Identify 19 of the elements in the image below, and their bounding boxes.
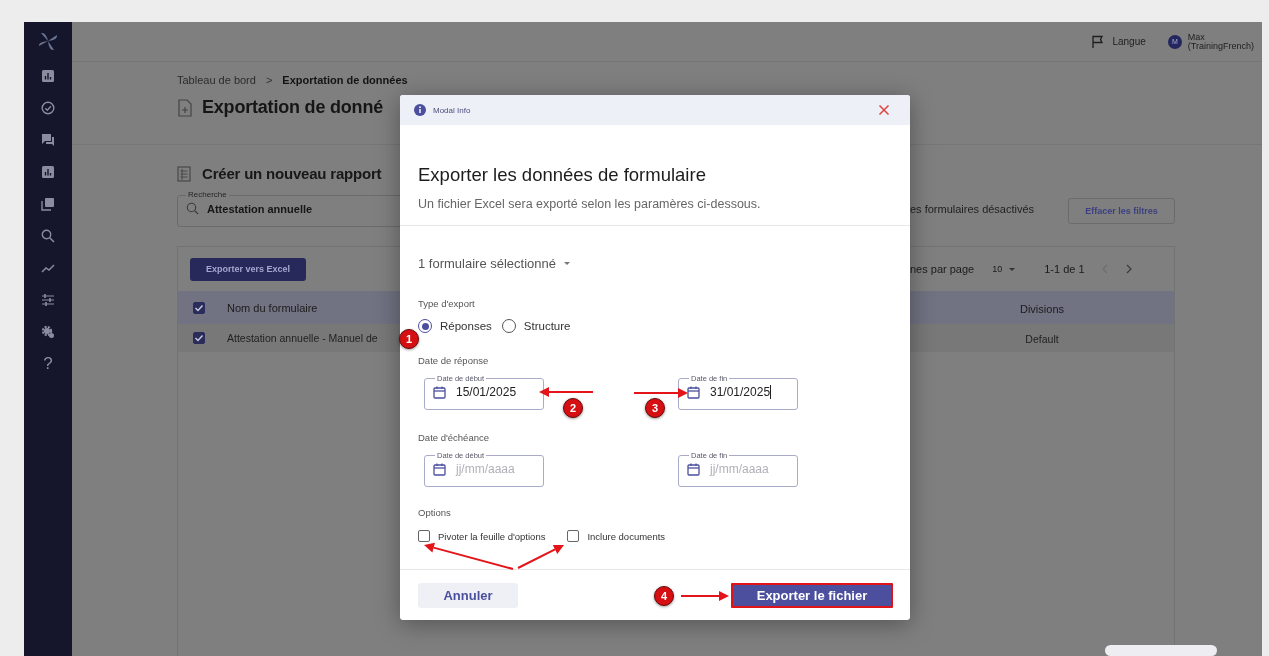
column-header: Nom du formulaire [227, 301, 318, 314]
user-name: Max [1187, 32, 1206, 42]
field-label: Options [418, 507, 452, 518]
field-label: Date d'échéance [418, 432, 490, 443]
modal-title: Exporter les données de formulaire [418, 164, 707, 186]
section-title: Créer un nouveau rapport [202, 165, 382, 182]
table-cell: Attestation annuelle - Manuel de [227, 332, 378, 344]
user-account: (TrainingFrench) [1187, 41, 1254, 51]
breadcrumb-separator: > [265, 74, 273, 86]
page-range: 1-1 de 1 [1044, 263, 1085, 275]
modal-subtitle: Un fichier Excel sera exporté selon les paramères ci-dessous. [418, 197, 762, 211]
table-cell: Default [1025, 333, 1059, 345]
page-title: Exportation de donné [202, 97, 383, 118]
filter-label: es formulaires désactivés [910, 203, 1036, 215]
rows-per-page-label: nes par page [910, 263, 975, 275]
column-header: Divisions [1020, 302, 1064, 315]
modal-header-title: Modal Info [433, 105, 471, 115]
field-label: Type d'export [418, 298, 476, 309]
field-label: Date de réponse [418, 355, 490, 366]
